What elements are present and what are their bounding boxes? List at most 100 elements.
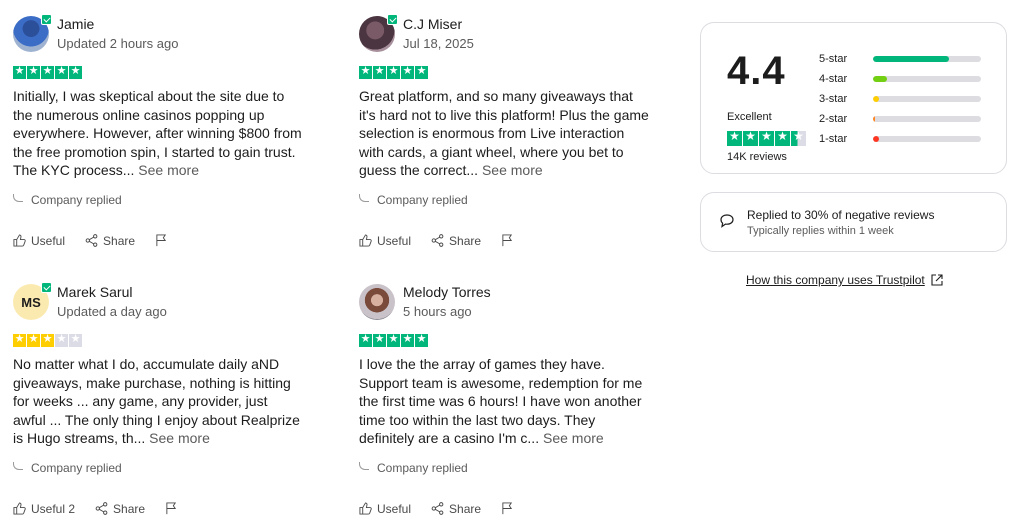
rating-distribution: 5-star 4-star 3-star 2-star 1-star: [819, 49, 981, 149]
company-replied[interactable]: Company replied: [13, 460, 333, 476]
review-header: Melody Torres 5 hours ago: [359, 282, 679, 322]
distribution-fill: [873, 116, 876, 122]
avatar[interactable]: [359, 14, 398, 52]
distribution-row-4[interactable]: 4-star: [819, 69, 981, 89]
review-date: 5 hours ago: [403, 304, 472, 319]
reply-arrow-icon: [359, 461, 369, 470]
reviewer-name[interactable]: Melody Torres: [403, 283, 491, 301]
see-more-link[interactable]: See more: [138, 162, 199, 178]
review-actions: Useful 2 Share: [13, 502, 333, 516]
trust-score: 4.4: [727, 49, 786, 93]
distribution-row-3[interactable]: 3-star: [819, 89, 981, 109]
distribution-bar: [873, 116, 981, 122]
chat-bubble-icon: [720, 214, 734, 228]
distribution-bar: [873, 56, 981, 62]
reviewer-name[interactable]: C.J Miser: [403, 15, 474, 33]
see-more-link[interactable]: See more: [482, 162, 543, 178]
star-icon: [415, 332, 428, 347]
star-icon: [13, 64, 26, 79]
company-replied-label: Company replied: [31, 192, 122, 207]
distribution-row-5[interactable]: 5-star: [819, 49, 981, 69]
review-text[interactable]: I love the the array of games they have.…: [359, 355, 649, 448]
company-replied[interactable]: Company replied: [13, 192, 333, 208]
flag-icon: [502, 234, 513, 247]
share-icon: [95, 502, 108, 515]
rating-label: Excellent: [727, 111, 772, 123]
thumbs-up-icon: [359, 502, 372, 515]
reviewer-name[interactable]: Jamie: [57, 15, 178, 33]
how-link-label: How this company uses Trustpilot: [746, 273, 925, 287]
review-text[interactable]: No matter what I do, accumulate daily aN…: [13, 355, 303, 448]
share-button[interactable]: Share: [431, 234, 481, 248]
distribution-label: 4-star: [819, 73, 848, 85]
company-replied-label: Company replied: [377, 192, 468, 207]
company-replied[interactable]: Company replied: [359, 460, 679, 476]
see-more-link[interactable]: See more: [149, 430, 210, 446]
star-rating: [13, 332, 333, 347]
useful-button[interactable]: Useful: [13, 234, 65, 248]
distribution-bar: [873, 96, 981, 102]
star-rating: [359, 64, 679, 79]
company-replied-label: Company replied: [31, 460, 122, 475]
review-date: Updated 2 hours ago: [57, 36, 179, 51]
share-icon: [431, 234, 444, 247]
star-icon: [401, 64, 414, 79]
see-more-link[interactable]: See more: [543, 430, 604, 446]
thumbs-up-icon: [13, 502, 26, 515]
reply-arrow-icon: [359, 193, 369, 202]
reply-arrow-icon: [13, 461, 23, 470]
avatar[interactable]: [359, 284, 395, 320]
reply-time: Typically replies within 1 week: [747, 225, 894, 237]
useful-label: Useful: [377, 233, 412, 248]
reply-info-card: Replied to 30% of negative reviews Typic…: [700, 192, 1007, 252]
share-button[interactable]: Share: [95, 502, 145, 516]
company-replied-label: Company replied: [377, 460, 468, 475]
share-label: Share: [449, 233, 482, 248]
star-icon: [69, 332, 82, 347]
rating-summary-card: 4.4 Excellent 14K reviews 5-star 4-star …: [700, 22, 1007, 174]
avatar[interactable]: MS: [13, 282, 52, 320]
star-icon: [775, 129, 790, 146]
star-icon: [41, 64, 54, 79]
avatar[interactable]: [13, 14, 52, 52]
reviews-count: 14K reviews: [727, 151, 787, 163]
report-button[interactable]: [155, 234, 173, 247]
star-icon: [359, 64, 372, 79]
report-button[interactable]: [501, 234, 519, 247]
star-icon: [401, 332, 414, 347]
star-icon: [727, 129, 742, 146]
useful-button[interactable]: Useful: [359, 502, 411, 516]
useful-label: Useful: [31, 233, 66, 248]
reply-arrow-icon: [13, 193, 23, 202]
share-button[interactable]: Share: [431, 502, 481, 516]
review-card: Melody Torres 5 hours ago I love the the…: [359, 282, 679, 516]
avatar-initials: MS: [21, 294, 41, 310]
reply-rate: Replied to 30% of negative reviews: [747, 208, 935, 222]
review-card: Jamie Updated 2 hours ago Initially, I w…: [13, 14, 333, 248]
distribution-row-1[interactable]: 1-star: [819, 129, 981, 149]
star-icon: [27, 64, 40, 79]
share-button[interactable]: Share: [85, 234, 135, 248]
distribution-row-2[interactable]: 2-star: [819, 109, 981, 129]
review-actions: Useful Share: [359, 234, 679, 248]
distribution-label: 5-star: [819, 53, 848, 65]
how-company-uses-trustpilot-link[interactable]: How this company uses Trustpilot: [746, 273, 943, 287]
star-icon: [415, 64, 428, 79]
review-text[interactable]: Great platform, and so many giveaways th…: [359, 87, 649, 180]
review-date: Updated a day ago: [57, 304, 167, 319]
useful-button[interactable]: Useful 2: [13, 502, 75, 516]
flag-icon: [166, 502, 177, 515]
distribution-label: 2-star: [819, 113, 848, 125]
reviewer-name[interactable]: Marek Sarul: [57, 283, 167, 301]
distribution-fill: [873, 56, 949, 62]
useful-button[interactable]: Useful: [359, 234, 411, 248]
distribution-bar: [873, 136, 981, 142]
share-label: Share: [113, 501, 146, 516]
thumbs-up-icon: [13, 234, 26, 247]
review-text[interactable]: Initially, I was skeptical about the sit…: [13, 87, 303, 180]
report-button[interactable]: [165, 502, 183, 515]
star-icon: [743, 129, 758, 146]
company-replied[interactable]: Company replied: [359, 192, 679, 208]
share-label: Share: [103, 233, 136, 248]
report-button[interactable]: [501, 502, 519, 515]
